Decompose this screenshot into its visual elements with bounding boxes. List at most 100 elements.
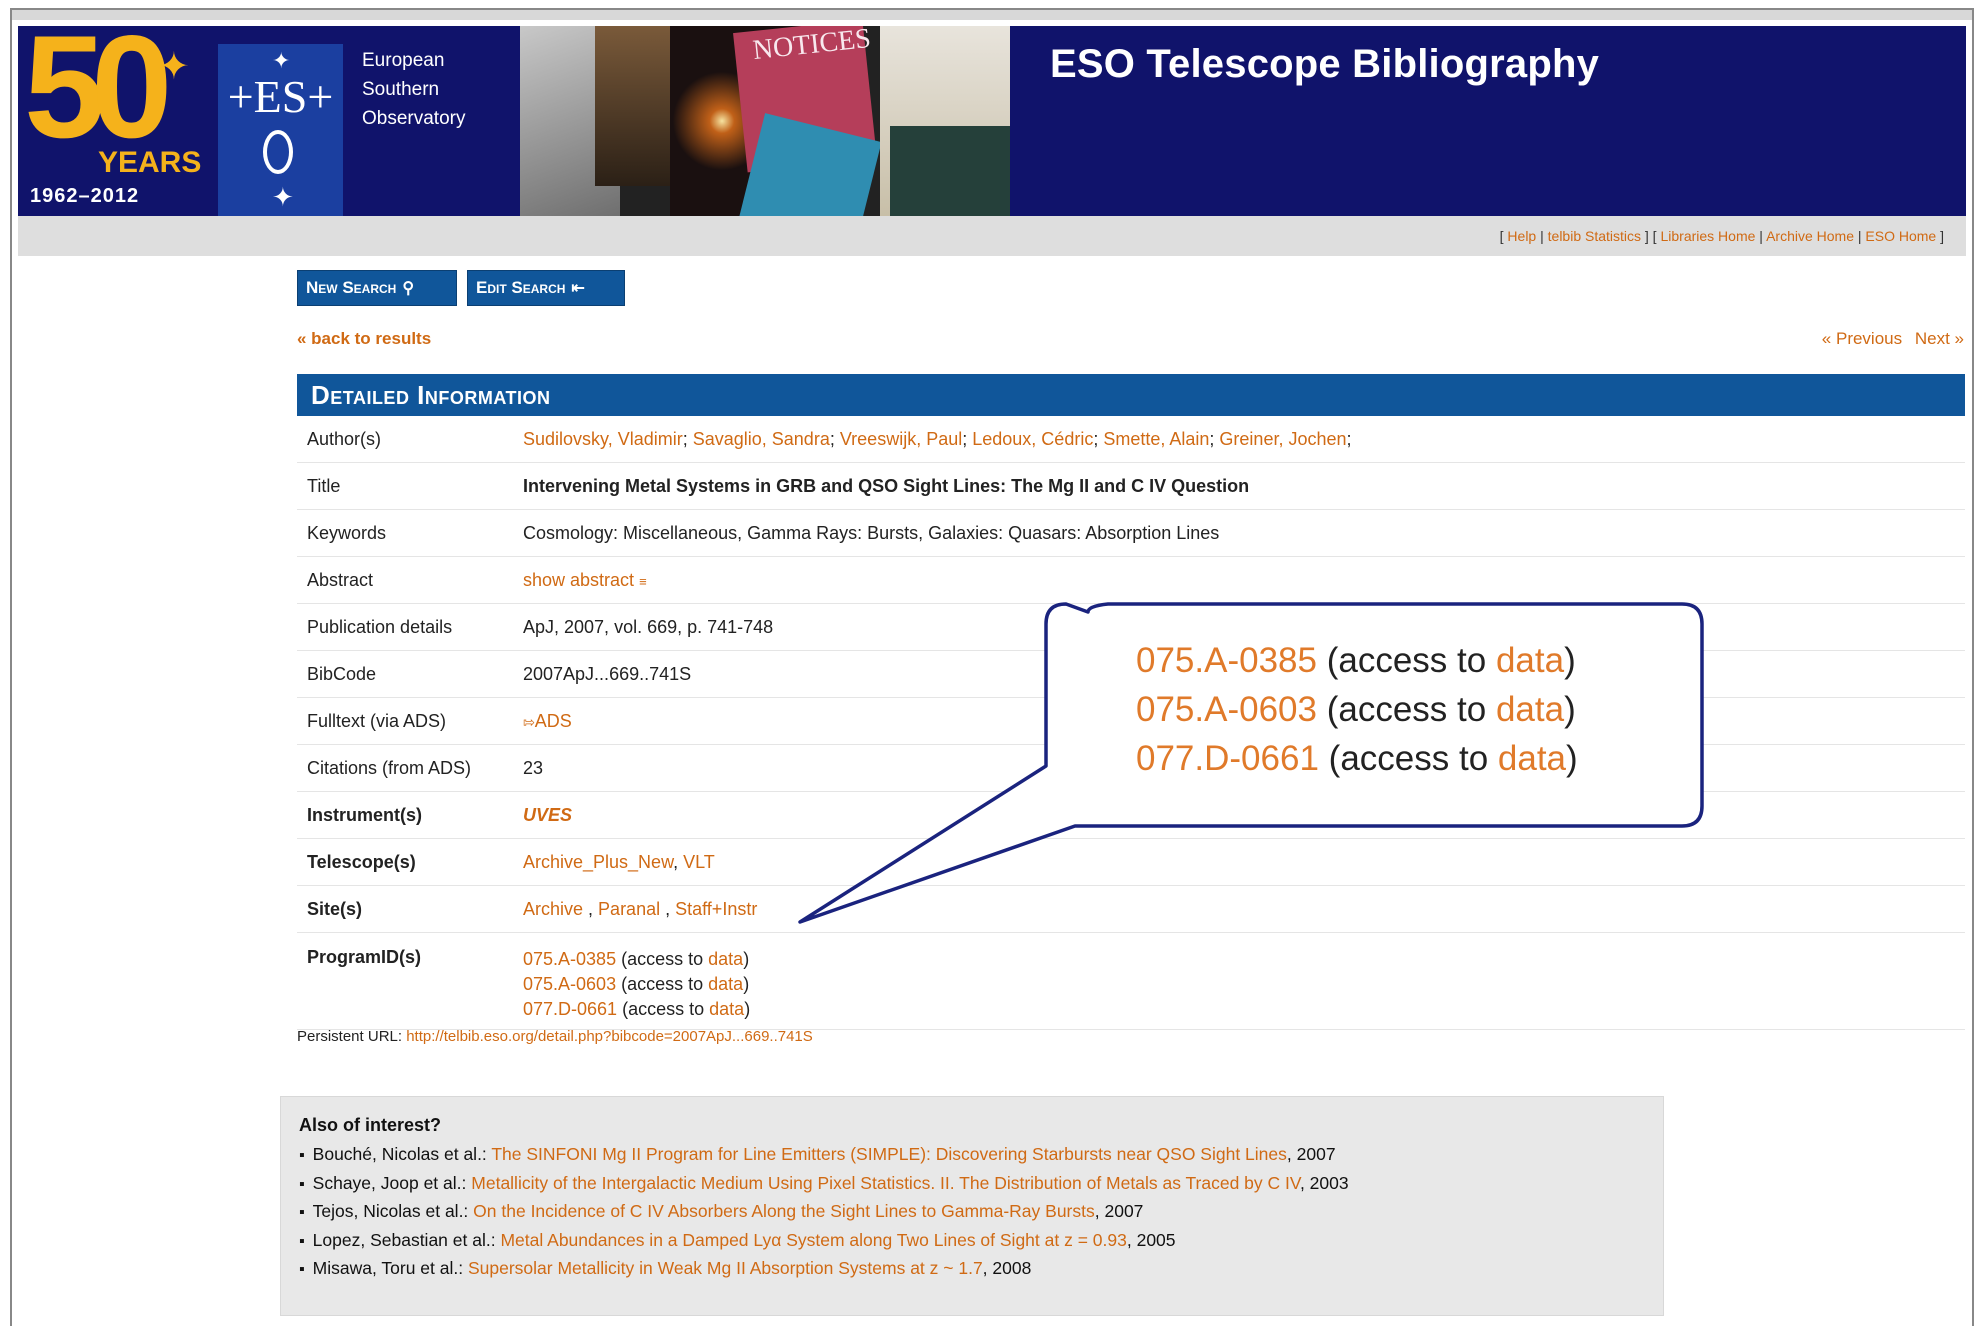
ads-link-label: ADS <box>534 710 572 731</box>
callout-access-text: access to <box>1340 739 1489 778</box>
also-of-interest-box: Also of interest? Bouché, Nicolas et al.… <box>280 1096 1664 1316</box>
help-link[interactable]: Help <box>1507 228 1536 244</box>
access-text: access to <box>627 974 704 994</box>
related-year: 2007 <box>1296 1144 1336 1164</box>
table-row: Instrument(s) UVES <box>297 792 1965 839</box>
table-row: Title Intervening Metal Systems in GRB a… <box>297 463 1965 510</box>
persistent-url-link[interactable]: http://telbib.eso.org/detail.php?bibcode… <box>406 1028 813 1045</box>
archive-home-link[interactable]: Archive Home <box>1766 228 1854 244</box>
org-name: European Southern Observatory <box>362 46 465 133</box>
chevron-down-icon[interactable]: ≡ <box>639 574 647 589</box>
site-link[interactable]: Paranal <box>598 899 660 919</box>
table-row: BibCode 2007ApJ...669..741S <box>297 651 1965 698</box>
callout-data-word: data <box>1495 690 1565 729</box>
site-link[interactable]: Staff+Instr <box>675 899 757 919</box>
org-name-line: Observatory <box>362 108 466 129</box>
citations-label: Citations (from ADS) <box>307 757 472 778</box>
callout-text: 075.A-0385 (access to data) 075.A-0603 (… <box>1136 636 1578 783</box>
callout-access-text: access to <box>1338 690 1487 729</box>
pubdetails-label: Publication details <box>307 616 453 637</box>
related-authors: Bouché, Nicolas et al.: <box>312 1144 487 1164</box>
related-title-link[interactable]: Metal Abundances in a Damped Lyα System … <box>500 1230 1126 1250</box>
programs-label: ProgramID(s) <box>307 947 422 967</box>
author-link[interactable]: Savaglio, Sandra <box>693 429 830 449</box>
program-id-link[interactable]: 077.D-0661 <box>523 999 617 1019</box>
data-link[interactable]: data <box>708 974 743 994</box>
related-authors: Schaye, Joop et al.: <box>312 1172 467 1193</box>
author-link[interactable]: Vreeswijk, Paul <box>840 429 962 449</box>
callout-line: 075.A-0385 (access to data) <box>1136 641 1576 680</box>
eso-logo-ring <box>263 130 293 174</box>
top-strip <box>12 10 1972 20</box>
related-title-link[interactable]: On the Incidence of C IV Absorbers Along… <box>473 1201 1095 1221</box>
telescope-link[interactable]: Archive_Plus_New <box>523 852 673 872</box>
edit-search-button[interactable]: Edit Search ⇤ <box>467 270 625 306</box>
programs-value: 075.A-0385 (access to data) 075.A-0603 (… <box>523 947 750 1022</box>
author-link[interactable]: Smette, Alain <box>1103 429 1209 449</box>
program-id-link[interactable]: 075.A-0603 <box>523 974 616 994</box>
program-item: 075.A-0603 (access to data) <box>523 974 750 994</box>
data-link[interactable]: data <box>709 999 744 1019</box>
related-title-link[interactable]: The SINFONI Mg II Program for Line Emitt… <box>491 1144 1287 1164</box>
program-item: 075.A-0385 (access to data) <box>523 949 750 969</box>
author-link[interactable]: Ledoux, Cédric <box>972 429 1093 449</box>
related-title-link[interactable]: Supersolar Metallicity in Weak Mg II Abs… <box>468 1258 983 1278</box>
callout-program-id: 075.A-0603 <box>1136 690 1317 729</box>
access-text: access to <box>628 999 705 1019</box>
table-row: Fulltext (via ADS) ⇰ADS <box>297 698 1965 745</box>
related-year: 2007 <box>1104 1201 1144 1221</box>
list-item: Tejos, Nicolas et al.: On the Incidence … <box>299 1198 1349 1227</box>
sites-label: Site(s) <box>307 898 363 919</box>
persistent-url-label: Persistent URL: <box>297 1028 403 1045</box>
anniversary-word: YEARS <box>98 146 202 179</box>
callout-data-word: data <box>1495 641 1565 680</box>
author-link[interactable]: Sudilovsky, Vladimir <box>523 429 683 449</box>
back-to-results-link[interactable]: « back to results <box>297 329 431 349</box>
journal-collage-image: NOTICES <box>520 26 1010 216</box>
callout-access-text: access to <box>1338 641 1487 680</box>
ads-link[interactable]: ⇰ADS <box>523 711 572 731</box>
related-year: 2003 <box>1309 1172 1349 1193</box>
new-search-label: New Search <box>306 278 397 297</box>
eso-home-link[interactable]: ESO Home <box>1865 228 1936 244</box>
program-id-link[interactable]: 075.A-0385 <box>523 949 616 969</box>
new-search-button[interactable]: New Search ⚲ <box>297 270 457 306</box>
related-authors: Lopez, Sebastian et al.: <box>312 1229 496 1250</box>
callout-program-id: 077.D-0661 <box>1136 739 1319 778</box>
statistics-link[interactable]: telbib Statistics <box>1548 228 1641 244</box>
data-link[interactable]: data <box>708 949 743 969</box>
table-row: ProgramID(s) 075.A-0385 (access to data)… <box>297 933 1965 1030</box>
show-abstract-toggle[interactable]: show abstract <box>523 570 634 590</box>
pagination: « Previous Next » <box>1814 329 1964 349</box>
telescope-link[interactable]: VLT <box>683 852 715 872</box>
table-row: Author(s) Sudilovsky, Vladimir; Savaglio… <box>297 416 1965 463</box>
site-link[interactable]: Archive <box>523 899 583 919</box>
cover-title: NOTICES <box>751 26 873 67</box>
previous-link[interactable]: « Previous <box>1822 329 1902 348</box>
next-link[interactable]: Next » <box>1915 329 1964 348</box>
back-arrow-icon: ⇤ <box>571 280 585 297</box>
table-row: Site(s) Archive , Paranal , Staff+Instr <box>297 886 1965 933</box>
instruments-label: Instrument(s) <box>307 804 423 825</box>
instruments-value: UVES <box>523 805 572 826</box>
anniversary-range: 1962–2012 <box>30 185 140 207</box>
related-title-link[interactable]: Metallicity of the Intergalactic Medium … <box>471 1173 1300 1193</box>
abstract-label: Abstract <box>307 569 374 590</box>
author-link[interactable]: Greiner, Jochen <box>1219 429 1346 449</box>
libraries-home-link[interactable]: Libraries Home <box>1660 228 1755 244</box>
table-row: Keywords Cosmology: Miscellaneous, Gamma… <box>297 510 1965 557</box>
eso-logo[interactable]: ✦ +ES+ ✦ <box>218 44 343 216</box>
persistent-url: Persistent URL: http://telbib.eso.org/de… <box>297 1028 813 1045</box>
related-list: Bouché, Nicolas et al.: The SINFONI Mg I… <box>299 1141 1349 1284</box>
instrument-link[interactable]: UVES <box>523 805 572 825</box>
telescopes-value: Archive_Plus_New, VLT <box>523 851 715 872</box>
citations-value: 23 <box>523 757 544 778</box>
authors-value: Sudilovsky, Vladimir; Savaglio, Sandra; … <box>523 428 1352 449</box>
bibcode-value: 2007ApJ...669..741S <box>523 663 692 684</box>
page-title: ESO Telescope Bibliography <box>1050 42 1600 86</box>
anniversary-logo[interactable]: 50 ✦ YEARS 1962–2012 <box>18 14 213 216</box>
list-item: Lopez, Sebastian et al.: Metal Abundance… <box>299 1227 1349 1256</box>
list-item: Bouché, Nicolas et al.: The SINFONI Mg I… <box>299 1141 1349 1170</box>
program-item: 077.D-0661 (access to data) <box>523 999 751 1019</box>
details-table: Author(s) Sudilovsky, Vladimir; Savaglio… <box>297 416 1965 1030</box>
